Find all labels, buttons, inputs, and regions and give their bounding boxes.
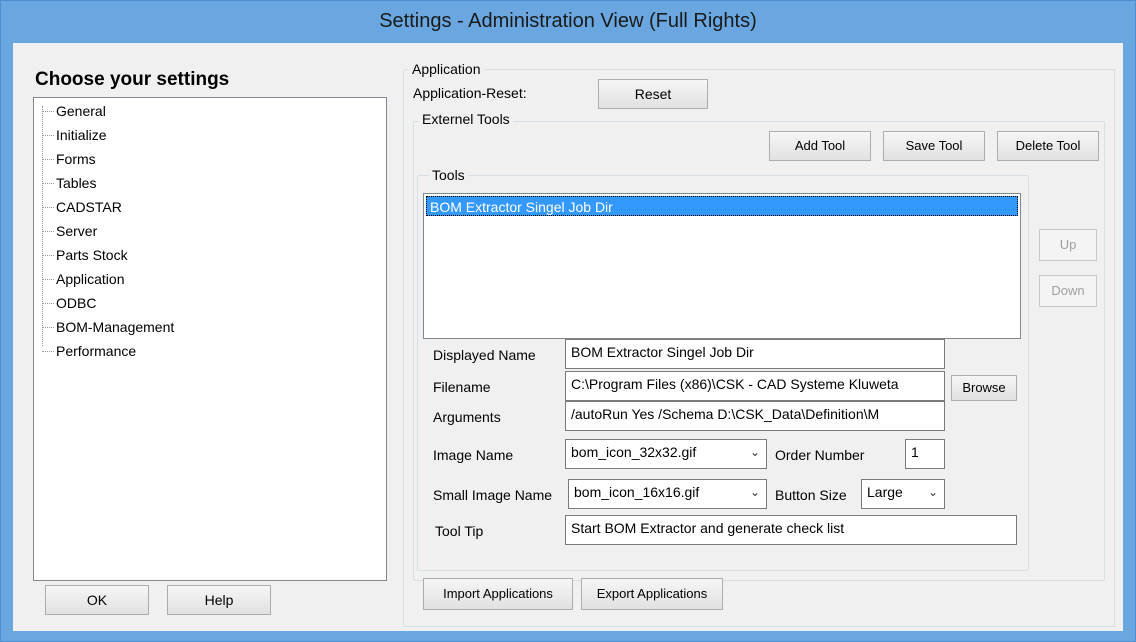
tree-item-label: ODBC [56, 295, 97, 311]
image-name-value: bom_icon_32x32.gif [571, 444, 697, 460]
application-group-label: Application [409, 61, 484, 77]
tree-item-performance[interactable]: Performance [42, 340, 136, 362]
tree-item-forms[interactable]: Forms [42, 148, 96, 170]
ok-button[interactable]: OK [45, 585, 149, 615]
window-title: Settings - Administration View (Full Rig… [379, 10, 757, 32]
small-image-name-label: Small Image Name [433, 487, 553, 503]
order-number-label: Order Number [775, 447, 865, 463]
arguments-field[interactable]: /autoRun Yes /Schema D:\CSK_Data\Definit… [565, 401, 945, 431]
filename-label: Filename [433, 379, 491, 395]
chevron-down-icon: ⌄ [749, 445, 760, 459]
tree-item-label: Initialize [56, 127, 107, 143]
tree-item-label: Forms [56, 151, 96, 167]
add-tool-button[interactable]: Add Tool [769, 131, 871, 161]
tree-item-label: Application [56, 271, 125, 287]
export-applications-button[interactable]: Export Applications [581, 578, 723, 610]
tree-item-label: BOM-Management [56, 319, 175, 335]
displayed-name-field[interactable]: BOM Extractor Singel Job Dir [565, 339, 945, 369]
filename-field[interactable]: C:\Program Files (x86)\CSK - CAD Systeme… [565, 371, 945, 401]
tools-list[interactable]: BOM Extractor Singel Job Dir [423, 193, 1021, 339]
chevron-down-icon: ⌄ [927, 485, 938, 499]
tree-item-label: CADSTAR [56, 199, 122, 215]
import-applications-button[interactable]: Import Applications [423, 578, 573, 610]
external-tools-group-label: Externel Tools [419, 111, 513, 127]
tree-item-odbc[interactable]: ODBC [42, 292, 96, 314]
delete-tool-button[interactable]: Delete Tool [997, 131, 1099, 161]
tree-item-cadstar[interactable]: CADSTAR [42, 196, 122, 218]
button-size-label: Button Size [775, 487, 847, 503]
tree-item-tables[interactable]: Tables [42, 172, 96, 194]
tool-tip-label: Tool Tip [435, 523, 484, 539]
settings-tree[interactable]: General Initialize Forms Tables CADSTAR … [33, 97, 387, 581]
move-up-button[interactable]: Up [1039, 229, 1097, 261]
tree-item-label: General [56, 103, 106, 119]
tree-item-general[interactable]: General [42, 100, 106, 122]
browse-button[interactable]: Browse [951, 375, 1017, 401]
save-tool-button[interactable]: Save Tool [883, 131, 985, 161]
small-image-name-select[interactable]: bom_icon_16x16.gif ⌄ [568, 479, 767, 509]
tools-group-label: Tools [429, 167, 468, 183]
tree-item-label: Performance [56, 343, 137, 359]
image-name-select[interactable]: bom_icon_32x32.gif ⌄ [565, 439, 767, 469]
tool-tip-field[interactable]: Start BOM Extractor and generate check l… [565, 515, 1017, 545]
arguments-label: Arguments [433, 409, 501, 425]
tree-item-parts-stock[interactable]: Parts Stock [42, 244, 128, 266]
help-button[interactable]: Help [167, 585, 271, 615]
image-name-label: Image Name [433, 447, 514, 463]
settings-window: Settings - Administration View (Full Rig… [0, 0, 1136, 642]
displayed-name-label: Displayed Name [433, 347, 536, 363]
tree-item-server[interactable]: Server [42, 220, 97, 242]
tree-item-initialize[interactable]: Initialize [42, 124, 107, 146]
choose-settings-heading: Choose your settings [35, 69, 230, 90]
tree-item-label: Parts Stock [56, 247, 128, 263]
tree-item-application[interactable]: Application [42, 268, 125, 290]
window-client-area: Choose your settings General Initialize … [13, 43, 1123, 631]
move-down-button[interactable]: Down [1039, 275, 1097, 307]
tree-item-bom-management[interactable]: BOM-Management [42, 316, 174, 338]
reset-button[interactable]: Reset [598, 79, 708, 109]
chevron-down-icon: ⌄ [749, 485, 760, 499]
tree-item-label: Server [56, 223, 98, 239]
small-image-name-value: bom_icon_16x16.gif [574, 484, 700, 500]
button-size-select[interactable]: Large ⌄ [861, 479, 945, 509]
tree-item-label: Tables [56, 175, 97, 191]
application-reset-label: Application-Reset: [413, 85, 527, 101]
tools-list-item[interactable]: BOM Extractor Singel Job Dir [426, 196, 1018, 216]
order-number-field[interactable]: 1 [905, 439, 945, 469]
button-size-value: Large [867, 484, 903, 500]
